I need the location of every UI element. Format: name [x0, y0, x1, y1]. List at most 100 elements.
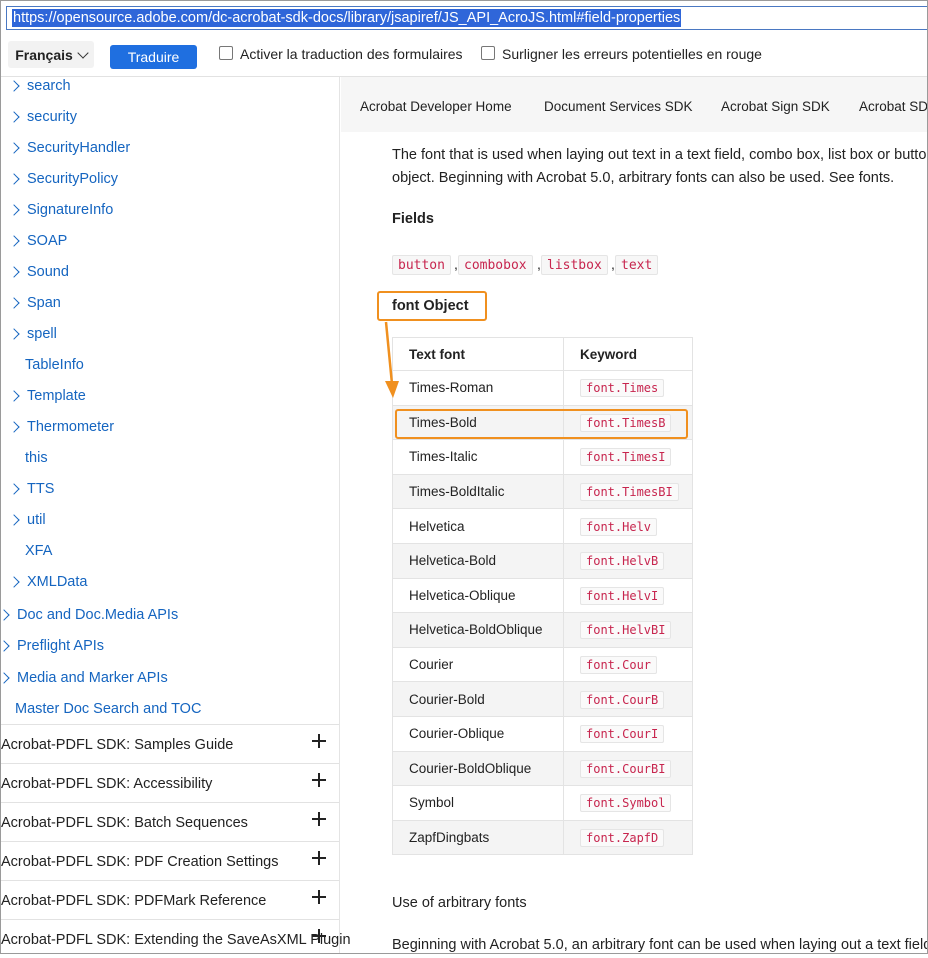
- keyword-code: font.TimesBI: [580, 483, 679, 502]
- sidebar-section[interactable]: Acrobat-PDFL SDK: PDF Creation Settings: [0, 841, 339, 880]
- font-name-cell: Courier-Bold: [392, 681, 564, 717]
- expand-plus-icon[interactable]: [312, 734, 326, 748]
- field-type-listbox: listbox: [541, 255, 608, 275]
- sidebar-section-label: Acrobat-PDFL SDK: Batch Sequences: [1, 815, 248, 831]
- tab-document-services-sdk[interactable]: Document Services SDK: [544, 99, 693, 114]
- sidebar-section-label: Acrobat-PDFL SDK: Accessibility: [1, 776, 213, 792]
- keyword-cell: font.Helv: [563, 508, 693, 544]
- keyword-cell: font.CourI: [563, 715, 693, 752]
- sidebar-item[interactable]: Sound: [8, 264, 69, 280]
- sidebar-item-label: SecurityPolicy: [27, 171, 119, 187]
- tab-acrobat-sdk[interactable]: Acrobat SDK: [859, 99, 928, 114]
- table-row: Symbol font.Symbol: [392, 785, 693, 821]
- address-bar[interactable]: https://opensource.adobe.com/dc-acrobat-…: [0, 0, 928, 36]
- keyword-code: font.ZapfD: [580, 829, 665, 848]
- url-text[interactable]: https://opensource.adobe.com/dc-acrobat-…: [12, 9, 682, 27]
- sidebar-item-label: search: [27, 78, 71, 94]
- keyword-cell: font.CourBI: [563, 750, 693, 787]
- table-row: Courier-BoldOblique font.CourBI: [392, 750, 693, 787]
- sidebar-item-label: SignatureInfo: [27, 202, 114, 218]
- translate-forms-label[interactable]: Activer la traduction des formulaires: [240, 46, 463, 62]
- sidebar-item[interactable]: XFA: [25, 543, 52, 559]
- keyword-code: font.Helv: [580, 517, 658, 536]
- sidebar-item[interactable]: SecurityPolicy: [8, 171, 119, 187]
- chevron-right-icon: [8, 142, 20, 154]
- sidebar-item[interactable]: TTS: [8, 481, 54, 497]
- sidebar-group[interactable]: Media and Marker APIs: [0, 670, 168, 686]
- chevron-right-icon: [8, 421, 20, 433]
- sidebar-item-label: Thermometer: [27, 419, 115, 435]
- keyword-code: font.HelvI: [580, 586, 665, 605]
- translate-forms-checkbox[interactable]: [219, 46, 233, 60]
- sidebar-item[interactable]: security: [8, 109, 77, 125]
- highlight-errors-label[interactable]: Surligner les erreurs potentielles en ro…: [502, 46, 762, 62]
- sidebar-section[interactable]: Acrobat-PDFL SDK: Batch Sequences: [0, 802, 339, 841]
- sidebar-section[interactable]: Acrobat-PDFL SDK: Extending the SaveAsXM…: [0, 919, 351, 958]
- sidebar-group-label: Master Doc Search and TOC: [15, 701, 202, 717]
- language-select[interactable]: Français: [8, 41, 94, 68]
- tab-acrobat-sign-sdk[interactable]: Acrobat Sign SDK: [721, 99, 830, 114]
- sidebar-section-label: Acrobat-PDFL SDK: PDFMark Reference: [1, 893, 267, 909]
- highlight-errors-checkbox[interactable]: [481, 46, 495, 60]
- sidebar-item[interactable]: Template: [8, 388, 86, 404]
- annotation-callout-box: [377, 291, 487, 321]
- sidebar-item-label: security: [27, 109, 77, 125]
- table-row: Helvetica-Bold font.HelvB: [392, 542, 693, 579]
- keyword-cell: font.CourB: [563, 681, 693, 717]
- expand-plus-icon[interactable]: [312, 773, 326, 787]
- font-name-cell: ZapfDingbats: [392, 819, 564, 856]
- sidebar: search security SecurityHandler SecurityPol…: [0, 77, 351, 954]
- sidebar-group-label: Doc and Doc.Media APIs: [17, 607, 179, 623]
- sidebar-item[interactable]: SignatureInfo: [8, 202, 114, 218]
- sidebar-item[interactable]: search: [8, 78, 71, 94]
- sidebar-item[interactable]: SecurityHandler: [8, 140, 130, 156]
- main-content: The font that is used when laying out te…: [341, 132, 928, 954]
- arbitrary-fonts-heading: Use of arbitrary fonts: [392, 895, 527, 911]
- tab-acrobat-developer-home[interactable]: Acrobat Developer Home: [360, 99, 512, 114]
- sidebar-section[interactable]: Acrobat-PDFL SDK: Samples Guide: [0, 724, 339, 763]
- font-name-cell: Helvetica-BoldOblique: [392, 612, 564, 648]
- sidebar-section[interactable]: Acrobat-PDFL SDK: Accessibility: [0, 763, 339, 802]
- keyword-code: font.Cour: [580, 656, 658, 675]
- chevron-right-icon: [8, 390, 20, 402]
- keyword-cell: font.TimesI: [563, 439, 693, 475]
- keyword-cell: font.HelvB: [563, 542, 693, 579]
- expand-plus-icon[interactable]: [312, 851, 326, 865]
- font-name-cell: Courier-BoldOblique: [392, 750, 564, 787]
- table-row: Helvetica-Oblique font.HelvI: [392, 577, 693, 614]
- font-name-cell: Helvetica-Oblique: [392, 577, 564, 614]
- sidebar-group[interactable]: Doc and Doc.Media APIs: [0, 607, 178, 623]
- sidebar-item[interactable]: Thermometer: [8, 419, 115, 435]
- sidebar-item[interactable]: XMLData: [8, 574, 87, 590]
- table-row: Helvetica font.Helv: [392, 508, 693, 544]
- column-header-text-font: Text font: [392, 337, 564, 371]
- table-row: Times-Italic font.TimesI: [392, 439, 693, 475]
- sidebar-item[interactable]: TableInfo: [25, 357, 84, 373]
- sidebar-item-label: Span: [27, 295, 61, 311]
- sidebar-section[interactable]: Acrobat-PDFL SDK: PDFMark Reference: [0, 880, 339, 919]
- chevron-right-icon: [8, 204, 20, 216]
- sidebar-group[interactable]: Preflight APIs: [0, 638, 104, 654]
- expand-plus-icon[interactable]: [312, 929, 326, 943]
- font-name-cell: Times-Roman: [392, 370, 564, 406]
- font-name-cell: Helvetica-Bold: [392, 542, 564, 579]
- table-row: ZapfDingbats font.ZapfD: [392, 819, 693, 856]
- sidebar-item[interactable]: this: [25, 450, 48, 466]
- sidebar-item[interactable]: Span: [8, 295, 61, 311]
- sidebar-section-label: Acrobat-PDFL SDK: Samples Guide: [1, 737, 234, 753]
- font-name-cell: Courier-Oblique: [392, 715, 564, 752]
- sidebar-group[interactable]: Master Doc Search and TOC: [15, 701, 201, 717]
- sidebar-item[interactable]: SOAP: [8, 233, 67, 249]
- expand-plus-icon[interactable]: [312, 812, 326, 826]
- sidebar-item-label: Sound: [27, 264, 69, 280]
- keyword-code: font.CourI: [580, 725, 665, 744]
- expand-plus-icon[interactable]: [312, 890, 326, 904]
- annotation-highlight-row: [395, 409, 688, 439]
- table-row: Courier-Bold font.CourB: [392, 681, 693, 717]
- sidebar-item[interactable]: spell: [8, 326, 57, 342]
- translate-button[interactable]: Traduire: [110, 45, 197, 69]
- chevron-right-icon: [0, 609, 10, 621]
- table-row: Courier font.Cour: [392, 646, 693, 683]
- sidebar-item[interactable]: util: [8, 512, 46, 528]
- chevron-right-icon: [8, 80, 20, 92]
